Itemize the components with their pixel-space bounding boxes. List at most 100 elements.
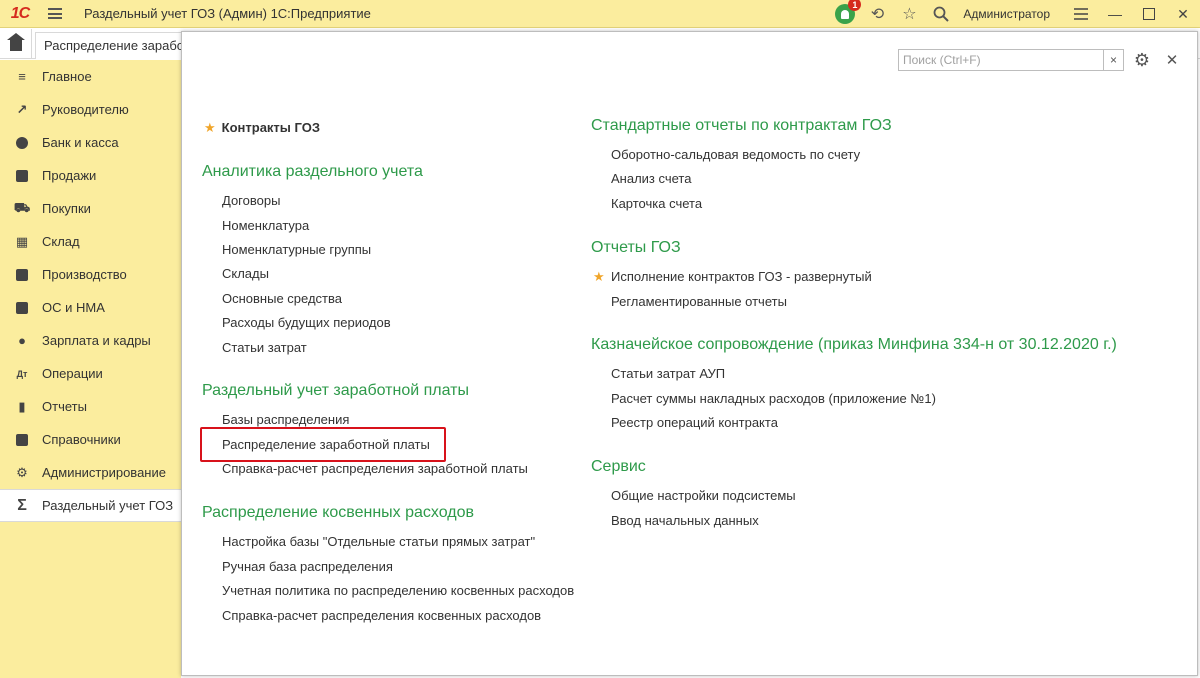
link-item[interactable]: Статьи затрат АУП <box>611 366 725 381</box>
sidebar-item-purchases[interactable]: ⛟ Покупки <box>0 192 181 225</box>
sidebar-item-label: Банк и касса <box>42 135 119 150</box>
link-item[interactable]: Статьи затрат <box>222 340 307 355</box>
sidebar-item-fixed-assets[interactable]: ОС и НМА <box>0 291 181 324</box>
favorites-button[interactable]: ☆ <box>893 0 925 28</box>
sidebar-item-bank[interactable]: Банк и касса <box>0 126 181 159</box>
link-item[interactable]: Расчет суммы накладных расходов (приложе… <box>611 391 936 406</box>
section-title: Распределение косвенных расходов <box>202 504 475 521</box>
sidebar-item-label: Руководителю <box>42 102 129 117</box>
notifications-button[interactable]: 1 <box>829 0 862 28</box>
bell-icon: 1 <box>835 0 862 24</box>
global-search-button[interactable] <box>925 0 957 28</box>
search-icon <box>934 6 950 22</box>
grid-icon: ▦ <box>15 233 29 249</box>
maximize-button[interactable] <box>1132 0 1166 28</box>
section-title: Сервис <box>591 458 646 475</box>
section-title: Стандартные отчеты по контрактам ГОЗ <box>591 117 892 134</box>
hamburger-icon <box>48 8 62 19</box>
highlight-frame <box>200 427 446 462</box>
link-item[interactable]: Номенклатурные группы <box>222 242 371 257</box>
bar-chart-icon: ▮ <box>18 398 26 414</box>
link-item[interactable]: Анализ счета <box>611 171 691 186</box>
sidebar-item-manager[interactable]: ↗ Руководителю <box>0 93 181 126</box>
sidebar-item-sales[interactable]: Продажи <box>0 159 181 192</box>
gear-icon: ⚙ <box>16 464 28 480</box>
book-icon <box>14 432 30 448</box>
search-clear-button[interactable]: × <box>1103 50 1123 70</box>
link-item[interactable]: Базы распределения <box>222 412 349 427</box>
sidebar-item-label: Отчеты <box>42 399 87 414</box>
shopping-bag-icon <box>14 168 30 184</box>
sidebar-item-label: Раздельный учет ГОЗ <box>42 498 174 513</box>
star-outline-icon: ☆ <box>902 6 917 23</box>
panel-close-button[interactable]: ✕ <box>1162 50 1182 70</box>
maximize-icon <box>1143 8 1155 20</box>
section-title: Раздельный учет заработной платы <box>202 382 469 399</box>
menu-lines-icon <box>1074 8 1088 20</box>
close-icon: ✕ <box>1165 52 1179 69</box>
sidebar-item-administration[interactable]: ⚙ Администрирование <box>0 456 181 489</box>
gear-icon: ⚙ <box>1133 49 1151 70</box>
link-item[interactable]: Настройка базы "Отдельные статьи прямых … <box>222 534 535 549</box>
favorite-label: Контракты ГОЗ <box>221 120 320 135</box>
sidebar-item-warehouse[interactable]: ▦ Склад <box>0 225 181 258</box>
link-item[interactable]: Общие настройки подсистемы <box>611 488 796 503</box>
link-item[interactable]: Справка-расчет распределения заработной … <box>222 461 528 476</box>
settings-menu-button[interactable] <box>1064 0 1098 28</box>
app-title: Раздельный учет ГОЗ (Админ) 1С:Предприят… <box>84 6 371 21</box>
person-icon: ● <box>18 333 26 348</box>
link-item[interactable]: Реестр операций контракта <box>611 415 778 430</box>
link-item[interactable]: Исполнение контрактов ГОЗ - развернутый <box>611 269 872 284</box>
sidebar-item-label: Зарплата и кадры <box>42 333 151 348</box>
link-item[interactable]: Регламентированные отчеты <box>611 294 787 309</box>
section-panel: × ⚙ ✕ ★ Контракты ГОЗ Аналитика раздельно… <box>181 31 1198 676</box>
panel-search: × <box>898 49 1124 71</box>
sidebar-item-label: Продажи <box>42 168 97 183</box>
minimize-icon: — <box>1108 6 1122 22</box>
sidebar-item-label: Покупки <box>42 201 91 216</box>
minimize-button[interactable]: — <box>1098 0 1132 28</box>
history-icon: ⟲ <box>870 6 885 23</box>
link-item[interactable]: Расходы будущих периодов <box>222 315 391 330</box>
link-item[interactable]: Оборотно-сальдовая ведомость по счету <box>611 147 860 162</box>
sidebar-item-label: Главное <box>42 69 92 84</box>
sidebar-item-payroll[interactable]: ● Зарплата и кадры <box>0 324 181 357</box>
sections-sidebar: ≡ Главное ↗ Руководителю Банк и касса Прод… <box>0 60 181 678</box>
sidebar-item-goz[interactable]: Σ Раздельный учет ГОЗ <box>0 489 181 522</box>
panel-settings-button[interactable]: ⚙ <box>1132 50 1152 70</box>
star-icon: ★ <box>593 269 605 284</box>
current-user[interactable]: Администратор <box>963 7 1050 21</box>
sidebar-item-reports[interactable]: ▮ Отчеты <box>0 390 181 423</box>
title-bar: 1С Раздельный учет ГОЗ (Админ) 1С:Предпр… <box>0 0 1200 28</box>
sidebar-item-label: Склад <box>42 234 80 249</box>
1c-logo: 1С <box>10 4 30 22</box>
link-item[interactable]: Номенклатура <box>222 218 309 233</box>
link-item[interactable]: Карточка счета <box>611 196 702 211</box>
link-item[interactable]: Учетная политика по распределению косвен… <box>222 583 574 598</box>
history-button[interactable]: ⟲ <box>861 0 893 28</box>
link-item[interactable]: Справка-расчет распределения косвенных р… <box>222 608 541 623</box>
main-menu-button[interactable] <box>40 0 70 28</box>
link-item[interactable]: Ввод начальных данных <box>611 513 759 528</box>
menu-lines-icon: ≡ <box>18 69 26 84</box>
link-item[interactable]: Ручная база распределения <box>222 559 393 574</box>
sidebar-item-production[interactable]: Производство <box>0 258 181 291</box>
link-item[interactable]: Основные средства <box>222 291 342 306</box>
section-title: Аналитика раздельного учета <box>202 163 423 180</box>
sidebar-item-catalogs[interactable]: Справочники <box>0 423 181 456</box>
sidebar-item-label: Справочники <box>42 432 121 447</box>
cart-icon: ⛟ <box>13 199 31 215</box>
link-item[interactable]: Договоры <box>222 193 280 208</box>
link-item[interactable]: Склады <box>222 266 269 281</box>
sidebar-item-label: Производство <box>42 267 127 282</box>
close-window-button[interactable]: ✕ <box>1166 0 1200 28</box>
factory-icon <box>14 267 30 283</box>
home-tab[interactable] <box>0 29 32 59</box>
tab-active-document[interactable]: Распределение заработной платы <box>35 32 183 59</box>
search-input[interactable] <box>899 50 1103 70</box>
sidebar-item-operations[interactable]: Дт Операции <box>0 357 181 390</box>
sigma-icon: Σ <box>17 496 27 514</box>
favorite-link[interactable]: ★ Контракты ГОЗ <box>204 120 320 136</box>
sidebar-item-main[interactable]: ≡ Главное <box>0 60 181 93</box>
ruble-coin-icon <box>14 135 30 151</box>
